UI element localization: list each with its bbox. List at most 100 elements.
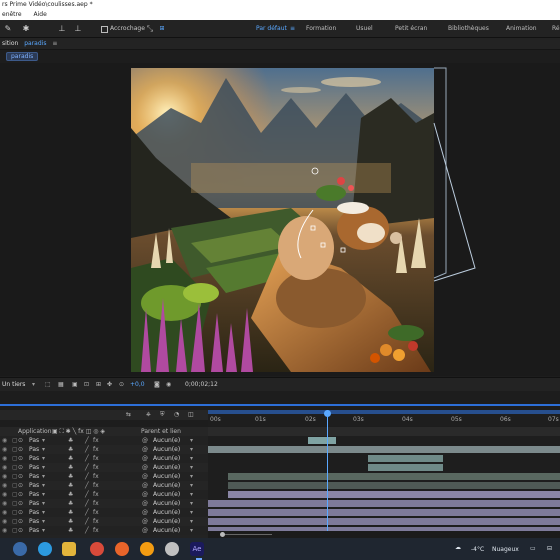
- tab-workspace-usuel[interactable]: Usuel: [356, 25, 373, 32]
- layer-row[interactable]: ◉ ▢ ⊙ Pas ▾ ♣ ╱ fx @ Aucun(e) ▾: [0, 472, 208, 481]
- resolution-select[interactable]: Un tiers: [2, 378, 25, 392]
- layer-shy-icon[interactable]: ♣: [68, 436, 73, 445]
- layer-quality-icon[interactable]: ╱: [85, 454, 89, 463]
- layer-shy-icon[interactable]: ♣: [68, 472, 73, 481]
- pen-tool-icon[interactable]: ✎: [2, 23, 14, 35]
- layer-switch-icon[interactable]: ⇆: [126, 411, 131, 418]
- settings-gear-icon[interactable]: [165, 542, 179, 556]
- layer-visibility-icon[interactable]: ◉: [2, 472, 7, 481]
- layer-mode[interactable]: Pas: [29, 463, 39, 472]
- layer-mode[interactable]: Pas: [29, 472, 39, 481]
- layer-mode-dropdown-icon[interactable]: ▾: [42, 517, 45, 526]
- tab-workspace-animation[interactable]: Animation: [506, 25, 537, 32]
- tab-workspace-formation[interactable]: Formation: [306, 25, 336, 32]
- layer-parent[interactable]: Aucun(e): [153, 454, 180, 463]
- layer-fx-icon[interactable]: fx: [93, 472, 99, 481]
- layer-shy-icon[interactable]: ♣: [68, 499, 73, 508]
- col-application[interactable]: Application: [18, 427, 52, 436]
- layer-fx-icon[interactable]: fx: [93, 526, 99, 535]
- weather-condition[interactable]: Nuageux: [492, 546, 519, 553]
- mask-visibility-icon[interactable]: ▣: [72, 378, 78, 392]
- shape-fill-icon[interactable]: ⊥: [72, 23, 84, 35]
- layer-lock-icon[interactable]: ▢: [12, 454, 18, 463]
- layer-fx-icon[interactable]: fx: [93, 508, 99, 517]
- layer-quality-icon[interactable]: ╱: [85, 499, 89, 508]
- layer-fx-icon[interactable]: fx: [93, 481, 99, 490]
- menu-item-help[interactable]: Aide: [34, 11, 47, 18]
- snap-options-icon[interactable]: ⤡: [144, 23, 156, 35]
- motion-blur-icon[interactable]: ◔: [174, 411, 179, 418]
- layer-parent[interactable]: Aucun(e): [153, 508, 180, 517]
- layer-parent[interactable]: Aucun(e): [153, 499, 180, 508]
- layer-row[interactable]: ◉ ▢ ⊙ Pas ▾ ♣ ╱ fx @ Aucun(e) ▾: [0, 526, 208, 535]
- layer-lock-icon[interactable]: ▢: [12, 463, 18, 472]
- layer-visibility-icon[interactable]: ◉: [2, 508, 7, 517]
- resolution-dropdown-icon[interactable]: ▾: [32, 378, 35, 392]
- puppet-tool-icon[interactable]: ✱: [20, 23, 32, 35]
- current-timecode[interactable]: 0;00;02;12: [185, 378, 218, 392]
- layer-fx-icon[interactable]: fx: [93, 454, 99, 463]
- layer-row[interactable]: ◉ ▢ ⊙ Pas ▾ ♣ ╱ fx @ Aucun(e) ▾: [0, 517, 208, 526]
- tab-workspace-libraries[interactable]: Bibliothèques: [448, 25, 489, 32]
- layer-shy-icon[interactable]: ♣: [68, 463, 73, 472]
- timeline-work-area-bar[interactable]: [0, 404, 560, 406]
- layer-mode-dropdown-icon[interactable]: ▾: [42, 526, 45, 535]
- layer-bar-5[interactable]: [228, 473, 560, 480]
- layer-mode-dropdown-icon[interactable]: ▾: [42, 472, 45, 481]
- work-area-range[interactable]: [208, 410, 560, 414]
- layer-lock-icon[interactable]: ▢: [12, 517, 18, 526]
- layer-lock-icon[interactable]: ▢: [12, 472, 18, 481]
- layer-row[interactable]: ◉ ▢ ⊙ Pas ▾ ♣ ╱ fx @ Aucun(e) ▾: [0, 490, 208, 499]
- layer-fx-icon[interactable]: fx: [93, 499, 99, 508]
- shape-tool-icon[interactable]: ⊥: [56, 23, 68, 35]
- layer-parent-dropdown-icon[interactable]: ▾: [190, 454, 193, 463]
- file-explorer-icon[interactable]: [62, 542, 76, 556]
- layer-mode[interactable]: Pas: [29, 490, 39, 499]
- layer-visibility-icon[interactable]: ◉: [2, 463, 7, 472]
- color-management-icon[interactable]: ⊙: [119, 378, 124, 392]
- layer-parent-dropdown-icon[interactable]: ▾: [190, 436, 193, 445]
- comp-tab-chip[interactable]: paradis: [6, 52, 39, 61]
- layer-row[interactable]: ◉ ▢ ⊙ Pas ▾ ♣ ╱ fx @ Aucun(e) ▾: [0, 445, 208, 454]
- snapshot-camera-icon[interactable]: ◙: [154, 378, 160, 392]
- layer-shy-icon[interactable]: ♣: [68, 490, 73, 499]
- playhead-handle[interactable]: [324, 410, 331, 417]
- exposure-value[interactable]: +0,0: [130, 378, 145, 392]
- layer-mode[interactable]: Pas: [29, 454, 39, 463]
- layer-pickwhip-icon[interactable]: @: [142, 526, 148, 535]
- layer-parent[interactable]: Aucun(e): [153, 463, 180, 472]
- layer-visibility-icon[interactable]: ◉: [2, 517, 7, 526]
- layer-lock-icon[interactable]: ▢: [12, 499, 18, 508]
- layer-parent-dropdown-icon[interactable]: ▾: [190, 481, 193, 490]
- playhead-line[interactable]: [327, 410, 328, 538]
- menu-item-window[interactable]: enêtre: [2, 11, 22, 18]
- layer-row[interactable]: ◉ ▢ ⊙ Pas ▾ ♣ ╱ fx @ Aucun(e) ▾: [0, 508, 208, 517]
- layer-shy-icon[interactable]: ♣: [68, 517, 73, 526]
- vlc-icon[interactable]: [140, 542, 154, 556]
- layer-bar-6[interactable]: [228, 482, 560, 489]
- layer-bar-8[interactable]: [208, 500, 560, 507]
- layer-quality-icon[interactable]: ╱: [85, 463, 89, 472]
- weather-widget-icon[interactable]: [13, 542, 27, 556]
- layer-quality-icon[interactable]: ╱: [85, 445, 89, 454]
- workspace-menu-icon[interactable]: ≡: [290, 25, 295, 32]
- layer-quality-icon[interactable]: ╱: [85, 436, 89, 445]
- layer-fx-icon[interactable]: fx: [93, 436, 99, 445]
- layer-fx-icon[interactable]: fx: [93, 490, 99, 499]
- layer-visibility-icon[interactable]: ◉: [2, 499, 7, 508]
- layer-bar-7[interactable]: [228, 491, 560, 498]
- layer-parent[interactable]: Aucun(e): [153, 481, 180, 490]
- layer-parent[interactable]: Aucun(e): [153, 490, 180, 499]
- layer-parent[interactable]: Aucun(e): [153, 526, 180, 535]
- time-ruler[interactable]: 00s 01s 02s 03s 04s 05s 06s 07s: [208, 410, 560, 426]
- layer-lock-icon[interactable]: ▢: [12, 445, 18, 454]
- show-snapshot-icon[interactable]: ◉: [166, 378, 171, 392]
- tab-workspace-more[interactable]: Ré: [552, 25, 560, 32]
- after-effects-icon[interactable]: Ae: [190, 542, 204, 556]
- comp-flowchart-icon[interactable]: ⎈: [146, 411, 151, 419]
- layer-mode-dropdown-icon[interactable]: ▾: [42, 499, 45, 508]
- channel-icon[interactable]: ✤: [107, 378, 112, 392]
- layer-bar-4[interactable]: [368, 464, 443, 471]
- layer-bar-3[interactable]: [368, 455, 443, 462]
- layer-pickwhip-icon[interactable]: @: [142, 499, 148, 508]
